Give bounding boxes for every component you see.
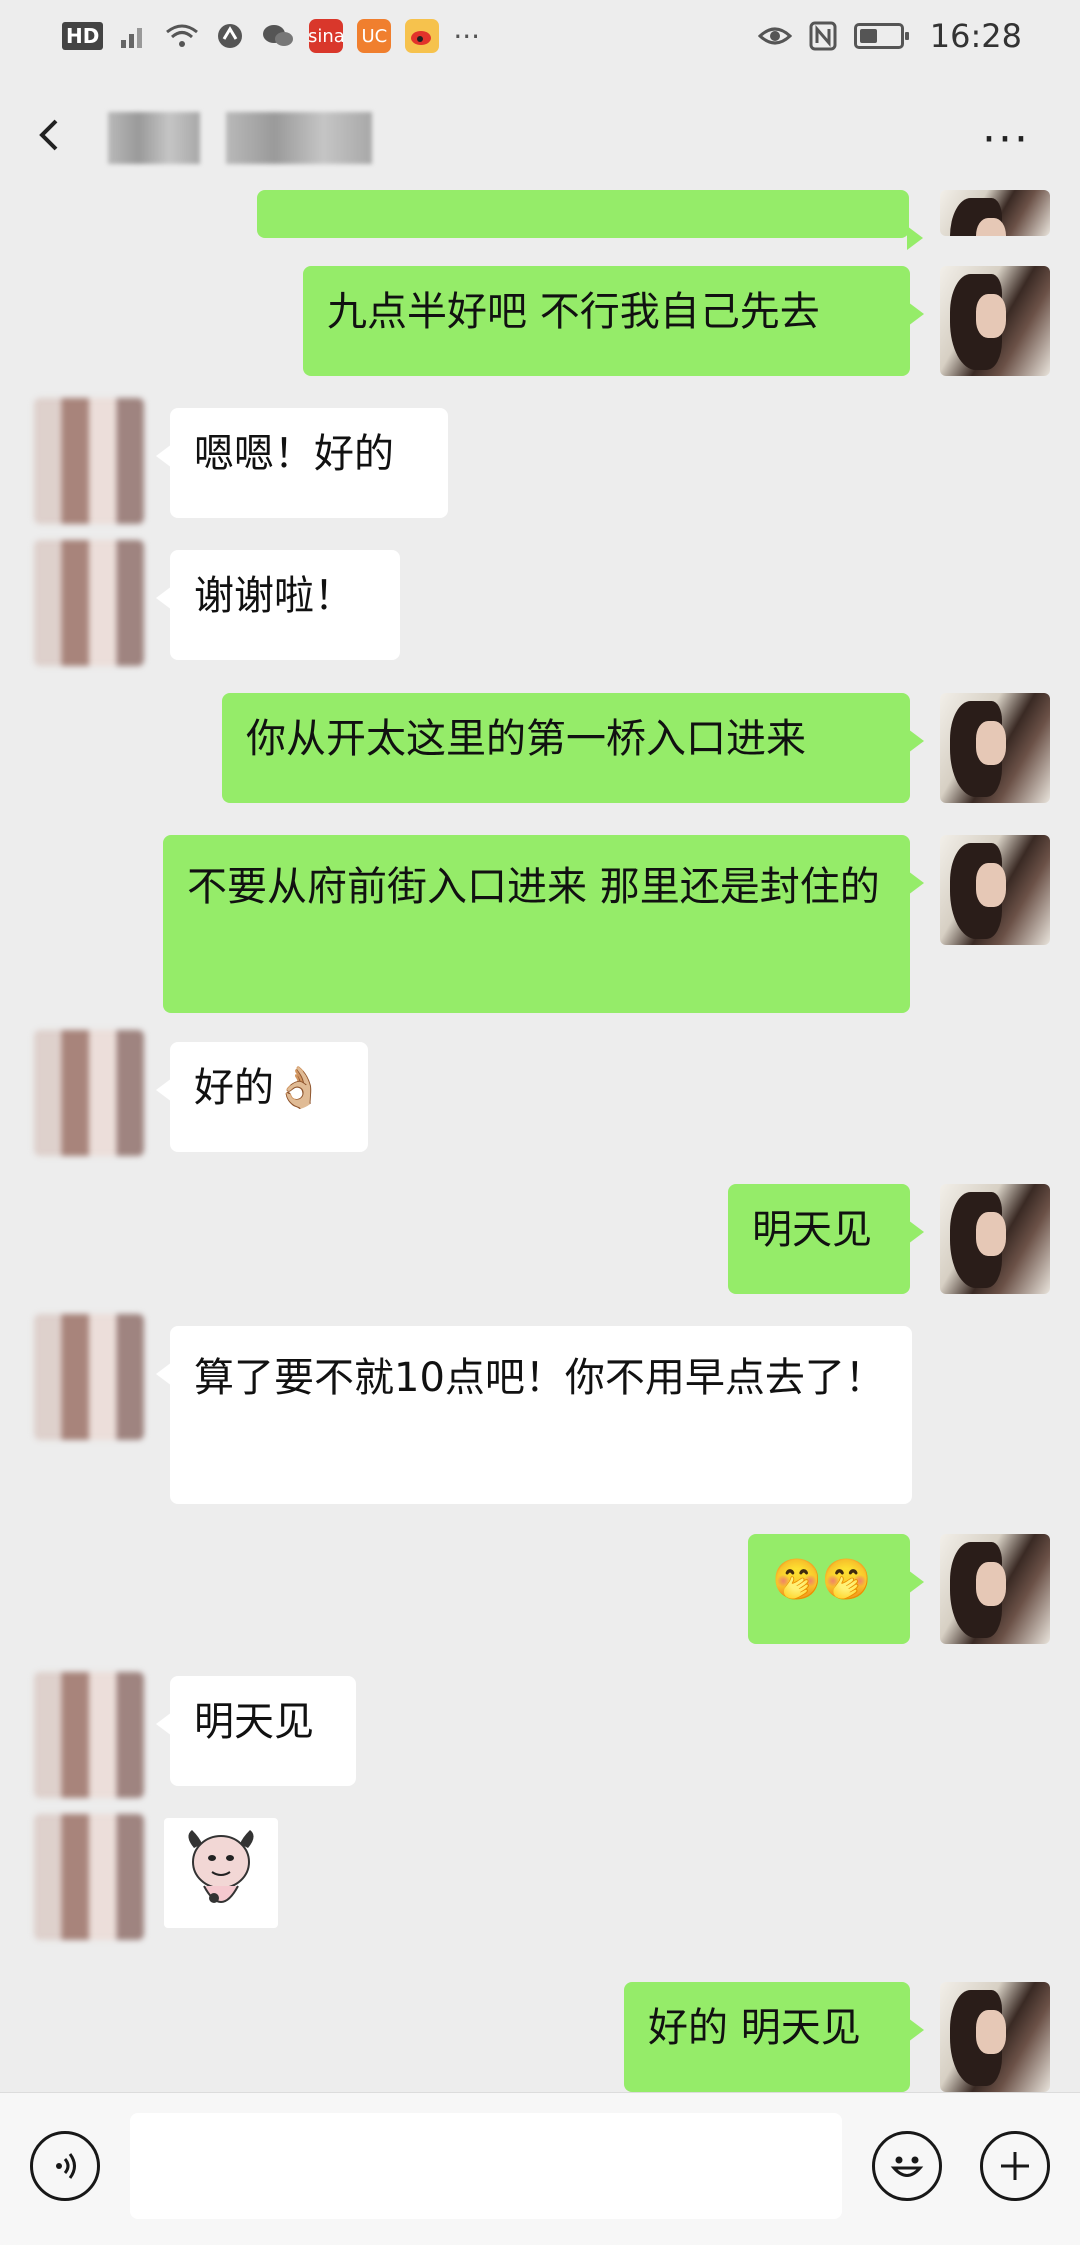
more-options-button[interactable]: ··· — [982, 114, 1030, 165]
message-bubble[interactable]: 明天见 — [156, 1676, 356, 1786]
signal-icon — [117, 19, 151, 53]
message-bubble[interactable]: 明天见 — [728, 1184, 924, 1294]
status-right: 16:28 — [757, 17, 1022, 55]
message-bubble[interactable]: 好的 明天见 — [624, 1982, 924, 2092]
voice-icon — [56, 2153, 76, 2179]
message-bubble[interactable]: 🤭🤭 — [748, 1534, 924, 1644]
contact-avatar[interactable] — [34, 1314, 144, 1440]
chat-app-icon — [261, 19, 295, 53]
message-input[interactable] — [130, 2113, 842, 2219]
nfc-icon — [806, 19, 840, 53]
contact-avatar[interactable] — [34, 398, 144, 524]
eye-icon — [757, 19, 792, 53]
emoji-icon — [890, 2156, 924, 2177]
battery-level — [859, 29, 877, 43]
my-avatar[interactable] — [940, 190, 1050, 236]
contact-avatar[interactable] — [34, 540, 144, 666]
message-bubble[interactable]: 九点半好吧 不行我自己先去 — [303, 266, 924, 376]
redacted-block — [226, 112, 372, 164]
my-avatar[interactable] — [940, 1184, 1050, 1294]
redacted-block — [108, 112, 200, 164]
voice-button[interactable] — [30, 2131, 100, 2201]
contact-avatar[interactable] — [34, 1814, 144, 1940]
my-avatar[interactable] — [940, 693, 1050, 803]
status-bar: HD sina UC ··· 16:28 — [0, 0, 1080, 72]
contact-avatar[interactable] — [34, 1672, 144, 1798]
status-left: HD sina UC ··· — [62, 19, 480, 53]
message-bubble[interactable]: 不要从府前街入口进来 那里还是封住的 — [163, 835, 924, 1013]
back-button[interactable] — [34, 109, 74, 167]
contact-avatar[interactable] — [34, 1030, 144, 1156]
chevron-left-icon — [39, 119, 58, 151]
emoji-button[interactable] — [872, 2131, 942, 2201]
wifi-icon — [165, 19, 199, 53]
uc-icon: UC — [357, 19, 392, 53]
hd-badge: HD — [62, 22, 104, 50]
plus-button[interactable] — [980, 2131, 1050, 2201]
status-time: 16:28 — [929, 17, 1022, 55]
plus-icon — [1001, 2152, 1029, 2180]
chat-header: ··· — [0, 72, 1080, 204]
message-bubble[interactable]: 算了要不就10点吧！你不用早点去了！ — [156, 1326, 912, 1504]
sina-icon: sina — [308, 19, 345, 53]
contact-name-redacted — [108, 112, 372, 164]
cow-sticker-icon — [188, 1830, 254, 1903]
sync-icon — [213, 19, 247, 53]
my-avatar[interactable] — [940, 266, 1050, 376]
my-avatar[interactable] — [940, 1534, 1050, 1644]
status-more-icon: ··· — [453, 19, 481, 53]
message-bubble[interactable] — [257, 190, 923, 250]
message-bubble[interactable]: 谢谢啦！ — [156, 550, 400, 660]
input-bar — [0, 2092, 1080, 2245]
weibo-icon — [405, 19, 440, 53]
message-bubble[interactable]: 好的👌🏼 — [156, 1042, 368, 1152]
my-avatar[interactable] — [940, 835, 1050, 945]
message-bubble[interactable]: 你从开太这里的第一桥入口进来 — [222, 693, 924, 803]
cow-sticker[interactable] — [164, 1818, 278, 1928]
message-bubble[interactable]: 嗯嗯！好的 — [156, 408, 448, 518]
battery-icon — [853, 23, 909, 49]
my-avatar[interactable] — [940, 1982, 1050, 2092]
